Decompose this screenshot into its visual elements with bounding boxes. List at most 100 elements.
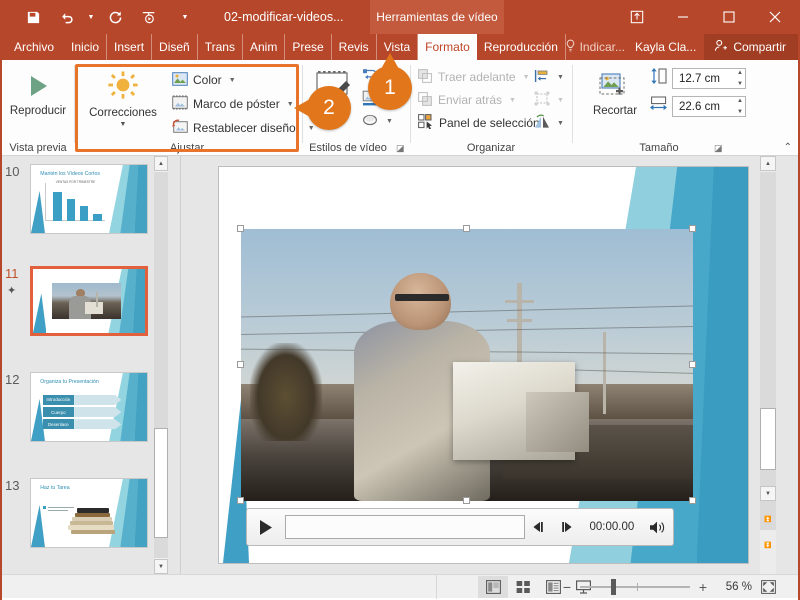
selection-handle-nw[interactable] <box>237 225 244 232</box>
tab-revisar[interactable]: Revis <box>332 34 377 60</box>
selection-handle-w[interactable] <box>237 361 244 368</box>
view-normal-button[interactable] <box>478 576 508 598</box>
share-button[interactable]: Compartir <box>704 34 798 60</box>
fit-slide-to-window-button[interactable] <box>758 577 778 597</box>
video-object[interactable] <box>241 229 693 501</box>
align-button[interactable]: ▼ <box>534 66 564 88</box>
video-width-stepper[interactable]: ▲ ▼ <box>737 98 743 115</box>
zoom-slider[interactable] <box>580 579 690 595</box>
selection-pane-button[interactable]: Panel de selección <box>418 112 540 134</box>
align-dropdown-icon[interactable]: ▼ <box>557 74 564 81</box>
tab-archivo[interactable]: Archivo <box>6 34 64 60</box>
poster-frame-button[interactable]: Marco de póster ▼ <box>172 93 294 115</box>
selection-handle-e[interactable] <box>689 361 696 368</box>
slide-thumbnail-10-frame: Mantén los Vídeos Cortos VENTAS POR TRIM… <box>30 164 148 234</box>
thumbnail-scroll-thumb[interactable] <box>154 428 168 538</box>
zoom-slider-thumb[interactable] <box>610 579 616 595</box>
thumbnail-scroll-down-icon[interactable]: ▼ <box>154 559 168 574</box>
tell-me-box[interactable]: Indicar... <box>565 39 635 55</box>
tab-presentacion[interactable]: Prese <box>285 34 332 60</box>
slide-scroll-track[interactable] <box>760 172 776 530</box>
video-prev-frame-button[interactable] <box>525 521 553 533</box>
tab-inicio[interactable]: Inicio <box>64 34 108 60</box>
rotate-dropdown-icon[interactable]: ▼ <box>557 120 564 127</box>
slide-scroll-down-icon[interactable]: ▼ <box>760 486 776 501</box>
previous-slide-icon[interactable]: ⏫ <box>760 512 776 527</box>
animation-star-icon: ✦ <box>7 285 17 297</box>
video-progress-track[interactable] <box>284 515 525 539</box>
callout-2-tail <box>294 99 310 117</box>
account-name[interactable]: Kayla Cla... <box>635 40 704 54</box>
video-volume-button[interactable] <box>644 520 673 535</box>
thumbnail-scroll-up-icon[interactable]: ▲ <box>154 156 168 171</box>
view-slide-sorter-button[interactable] <box>508 576 538 598</box>
color-dropdown-icon[interactable]: ▼ <box>229 77 236 84</box>
zoom-in-button[interactable]: + <box>696 579 710 595</box>
video-next-frame-button[interactable] <box>552 521 580 533</box>
tab-reproduccion[interactable]: Reproducción <box>477 34 566 60</box>
video-width-input[interactable]: 22.6 cm ▲ ▼ <box>672 96 746 117</box>
slide-thumbnail-12[interactable]: 12 Organiza tu Presentación Introducción… <box>5 372 148 442</box>
close-icon[interactable] <box>752 0 798 34</box>
bring-forward-button[interactable]: Traer adelante ▼ <box>418 66 530 88</box>
slide-scroll-thumb[interactable] <box>760 408 776 470</box>
selection-handle-n[interactable] <box>463 225 470 232</box>
video-play-button[interactable] <box>247 519 285 536</box>
bring-forward-dropdown-icon[interactable]: ▼ <box>523 74 530 81</box>
slide-scroll-up-icon[interactable]: ▲ <box>760 156 776 171</box>
video-effects-dropdown-icon[interactable]: ▼ <box>386 118 393 125</box>
undo-dropdown-icon[interactable]: ▼ <box>84 2 98 32</box>
reset-design-button[interactable]: Restablecer diseño ▼ <box>172 117 315 139</box>
video-height-input[interactable]: 12.7 cm ▲ ▼ <box>672 68 746 89</box>
tab-diseno[interactable]: Diseñ <box>152 34 198 60</box>
estilos-dialog-launcher[interactable]: ◪ <box>396 143 405 154</box>
tab-transiciones[interactable]: Trans <box>198 34 243 60</box>
slide-scrollbar[interactable]: ▲ ▼ ⏫ ⏬ <box>760 156 776 574</box>
crop-button[interactable]: Recortar <box>586 68 644 118</box>
maximize-icon[interactable] <box>706 0 752 34</box>
tab-animaciones[interactable]: Anim <box>243 34 286 60</box>
selection-handle-s[interactable] <box>463 497 470 504</box>
save-icon[interactable] <box>16 2 50 32</box>
send-backward-button[interactable]: Enviar atrás ▼ <box>418 89 516 111</box>
minimize-icon[interactable] <box>660 0 706 34</box>
video-effects-button[interactable]: ▼ <box>362 110 393 132</box>
thumbnail-scrollbar[interactable]: ▲ ▼ <box>154 156 168 574</box>
zoom-percent-label[interactable]: 56 % <box>716 581 752 593</box>
ribbon-display-options-icon[interactable] <box>614 0 660 34</box>
selection-handle-se[interactable] <box>689 497 696 504</box>
redo-icon[interactable] <box>98 2 132 32</box>
corrections-dropdown-icon[interactable]: ▼ <box>120 121 127 128</box>
selection-handle-sw[interactable] <box>237 497 244 504</box>
slide-thumbnail-11[interactable]: 11 ✦ <box>5 266 148 336</box>
zoom-out-button[interactable]: − <box>560 579 574 595</box>
send-backward-dropdown-icon[interactable]: ▼ <box>509 97 516 104</box>
play-button[interactable]: Reproducir <box>10 68 66 118</box>
start-slideshow-icon[interactable] <box>132 2 166 32</box>
corrections-button[interactable]: Correcciones ▼ <box>84 66 162 128</box>
callout-badge-2: 2 <box>294 86 351 130</box>
slide-thumbnail-10[interactable]: 10 Mantén los Vídeos Cortos VENTAS POR T… <box>5 164 148 234</box>
slide-thumbnail-13[interactable]: 13 Haz tu Tarea <box>5 478 148 548</box>
collapse-ribbon-icon[interactable]: ⌃ <box>784 142 792 153</box>
selection-handle-ne[interactable] <box>689 225 696 232</box>
callout-badge-1: 1 <box>368 53 412 110</box>
slide-thumbnail-pane[interactable]: 10 Mantén los Vídeos Cortos VENTAS POR T… <box>2 156 172 574</box>
poster-frame-dropdown-icon[interactable]: ▼ <box>287 101 294 108</box>
tab-insertar[interactable]: Insert <box>107 34 153 60</box>
next-slide-icon[interactable]: ⏬ <box>760 538 776 553</box>
rotate-button[interactable]: ▼ <box>534 112 564 134</box>
tamano-dialog-launcher[interactable]: ◪ <box>714 143 723 154</box>
chart-bar <box>66 199 76 222</box>
undo-icon[interactable] <box>50 2 84 32</box>
video-playback-bar[interactable]: 00:00.00 <box>246 508 674 546</box>
video-height-stepper[interactable]: ▲ ▼ <box>737 70 743 87</box>
tab-formato[interactable]: Formato <box>418 34 477 60</box>
color-button[interactable]: Color ▼ <box>172 69 236 91</box>
group-dropdown-icon[interactable]: ▼ <box>557 97 564 104</box>
slide-13-bullet <box>42 506 46 510</box>
customize-qat-icon[interactable]: ▼ <box>178 2 192 32</box>
current-slide[interactable]: 00:00.00 <box>218 166 749 564</box>
group-button[interactable]: ▼ <box>534 89 564 111</box>
pane-divider[interactable] <box>180 156 181 574</box>
